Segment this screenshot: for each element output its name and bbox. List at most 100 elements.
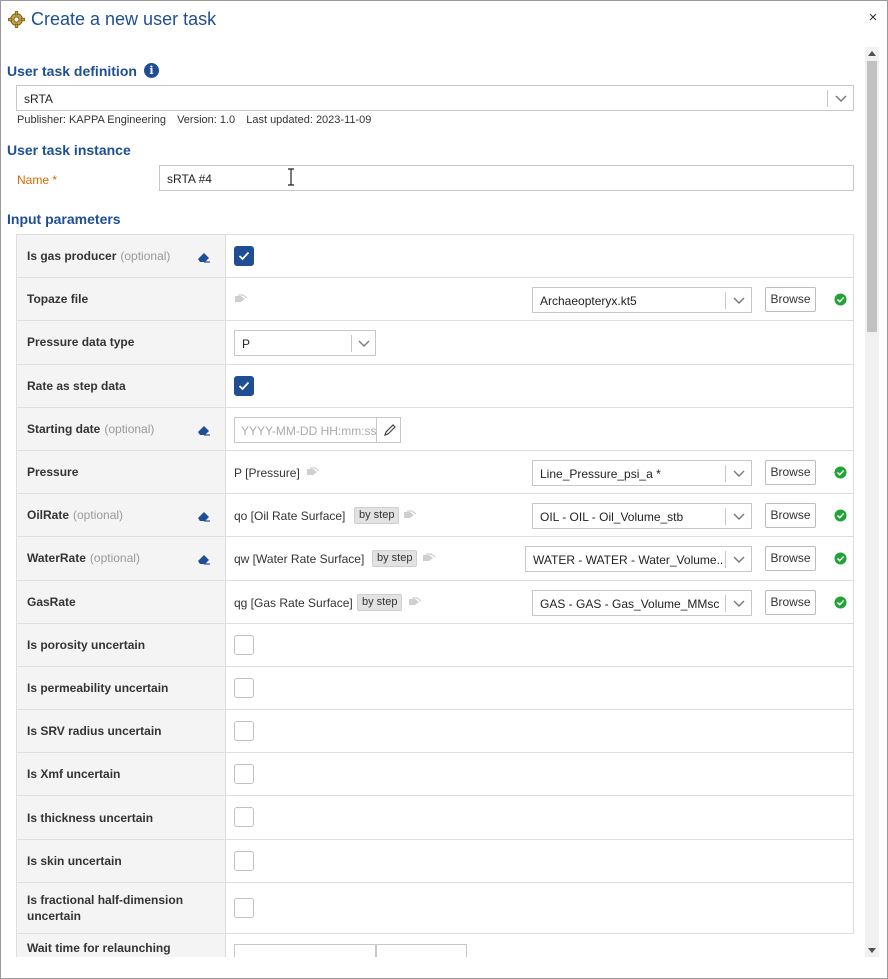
definition-heading: User task definition	[7, 63, 137, 79]
param-descriptor: P [Pressure]	[234, 465, 300, 480]
permeability-checkbox[interactable]	[234, 677, 254, 698]
check-circle-icon	[834, 596, 847, 608]
inputs-heading: Input parameters	[7, 211, 121, 227]
dialog: Create a new user task × User task defin…	[0, 0, 888, 979]
starting-date-input[interactable]: YYYY-MM-DD HH:mm:ss	[234, 416, 401, 443]
param-label: GasRate	[16, 580, 226, 623]
definition-meta: Publisher: KAPPA Engineering Version: 1.…	[17, 114, 379, 126]
porosity-checkbox[interactable]	[234, 634, 254, 655]
title-bar: Create a new user task ×	[1, 1, 887, 39]
chevron-down-icon	[835, 95, 847, 102]
eraser-icon[interactable]	[197, 423, 211, 436]
chevron-down-icon	[733, 297, 745, 305]
param-label: Is skin uncertain	[16, 839, 226, 882]
optional-label: (optional)	[120, 249, 171, 264]
water-rate-select[interactable]: WATER - WATER - Water_Volume...	[525, 546, 752, 573]
param-label: Starting date (optional)	[16, 407, 226, 450]
check-circle-icon	[834, 552, 847, 565]
pressure-select[interactable]: Line_Pressure_psi_a *	[532, 459, 752, 486]
skin-checkbox[interactable]	[234, 850, 254, 871]
chevron-down-icon	[733, 470, 745, 477]
rate-as-step-checkbox[interactable]	[234, 375, 254, 396]
param-label: Is fractional half-dimension uncertain	[16, 882, 226, 933]
tag-icon	[423, 553, 436, 562]
row-wait-time: Wait time for relaunching	[16, 933, 854, 957]
srv-radius-checkbox[interactable]	[234, 721, 254, 742]
by-step-badge: by step	[354, 507, 400, 525]
eraser-icon[interactable]	[197, 552, 211, 565]
optional-label: (optional)	[104, 421, 155, 436]
chevron-down-icon	[733, 600, 745, 607]
gas-rate-select[interactable]: GAS - GAS - Gas_Volume_MMsc...	[532, 589, 752, 616]
gas-producer-checkbox[interactable]	[234, 246, 254, 266]
pencil-icon[interactable]	[383, 423, 397, 437]
row-frac-half-dim-uncertain: Is fractional half-dimension uncertain	[16, 882, 854, 934]
param-label: Is gas producer (optional)	[16, 235, 226, 278]
browse-button[interactable]: Browse	[765, 589, 816, 615]
row-is-gas-producer: Is gas producer (optional)	[16, 235, 854, 279]
tag-icon	[409, 596, 422, 605]
by-step-badge: by step	[372, 550, 418, 568]
param-label: Is porosity uncertain	[16, 623, 226, 666]
frac-half-dim-checkbox[interactable]	[234, 897, 254, 918]
browse-button[interactable]: Browse	[765, 546, 816, 572]
wait-time-unit-select[interactable]	[376, 943, 467, 957]
oil-rate-select[interactable]: OIL - OIL - Oil_Volume_stb	[532, 503, 752, 530]
row-xmf-uncertain: Is Xmf uncertain	[16, 753, 854, 797]
param-descriptor: qo [Oil Rate Surface]	[234, 509, 346, 524]
row-pressure-data-type: Pressure data type P	[16, 321, 854, 365]
tag-icon	[404, 510, 417, 519]
row-thickness-uncertain: Is thickness uncertain	[16, 796, 854, 840]
scroll-up-icon[interactable]	[868, 50, 876, 58]
check-circle-icon	[834, 466, 847, 479]
last-updated-text: Last updated: 2023-11-09	[246, 114, 372, 126]
eraser-icon[interactable]	[197, 250, 211, 263]
browse-button[interactable]: Browse	[765, 459, 816, 485]
row-oil-rate: OilRate (optional) qo [Oil Rate Surface] …	[16, 494, 854, 538]
param-label: OilRate (optional)	[16, 494, 226, 537]
row-starting-date: Starting date (optional) YYYY-MM-DD HH:mm…	[16, 407, 854, 451]
dialog-title: Create a new user task	[31, 9, 217, 29]
row-topaze-file: Topaze file Archaeopteryx.kt5 Browse	[16, 278, 854, 322]
info-icon[interactable]: i	[144, 63, 159, 78]
browse-button[interactable]: Browse	[765, 503, 816, 529]
thickness-checkbox[interactable]	[234, 807, 254, 828]
chevron-down-icon	[358, 340, 370, 348]
param-label: Is thickness uncertain	[16, 796, 226, 839]
wait-time-input[interactable]	[234, 943, 376, 957]
close-icon[interactable]: ×	[865, 10, 881, 26]
row-pressure: Pressure P [Pressure] Line_Pressure_psi_…	[16, 450, 854, 495]
instance-heading: User task instance	[7, 142, 131, 158]
definition-select-value: sRTA	[24, 92, 53, 106]
chevron-down-icon	[733, 513, 745, 521]
dialog-body[interactable]: User task definition i sRTA Publisher: K…	[1, 47, 881, 957]
optional-label: (optional)	[89, 551, 140, 566]
row-rate-as-step: Rate as step data	[16, 364, 854, 408]
row-srv-radius-uncertain: Is SRV radius uncertain	[16, 710, 854, 754]
version-text: Version: 1.0	[177, 114, 236, 126]
browse-button[interactable]: Browse	[765, 287, 816, 313]
xmf-checkbox[interactable]	[234, 764, 254, 785]
param-label: Rate as step data	[16, 364, 226, 407]
check-circle-icon	[834, 293, 847, 306]
eraser-icon[interactable]	[197, 509, 211, 522]
scroll-down-icon[interactable]	[868, 946, 876, 954]
name-label: Name *	[17, 173, 58, 187]
row-permeability-uncertain: Is permeability uncertain	[16, 666, 854, 711]
row-gas-rate: GasRate qg [Gas Rate Surface] by step GA…	[16, 580, 854, 624]
param-descriptor: qw [Water Rate Surface]	[234, 552, 365, 567]
row-water-rate: WaterRate (optional) qw [Water Rate Surfa…	[16, 537, 854, 581]
parameter-table: Is gas producer (optional) Topaze file A…	[16, 234, 854, 957]
row-skin-uncertain: Is skin uncertain	[16, 839, 854, 883]
publisher-text: Publisher: KAPPA Engineering	[17, 114, 166, 126]
vertical-scrollbar[interactable]	[865, 47, 879, 957]
topaze-file-select[interactable]: Archaeopteryx.kt5	[532, 287, 752, 314]
row-porosity-uncertain: Is porosity uncertain	[16, 623, 854, 667]
name-input[interactable]: sRTA #4	[159, 165, 854, 191]
definition-select[interactable]: sRTA	[16, 85, 854, 111]
pressure-data-type-select[interactable]: P	[234, 330, 376, 357]
param-label: WaterRate (optional)	[16, 537, 226, 580]
gear-icon	[8, 11, 25, 28]
param-label: Is permeability uncertain	[16, 666, 226, 710]
scrollbar-thumb[interactable]	[867, 61, 877, 332]
